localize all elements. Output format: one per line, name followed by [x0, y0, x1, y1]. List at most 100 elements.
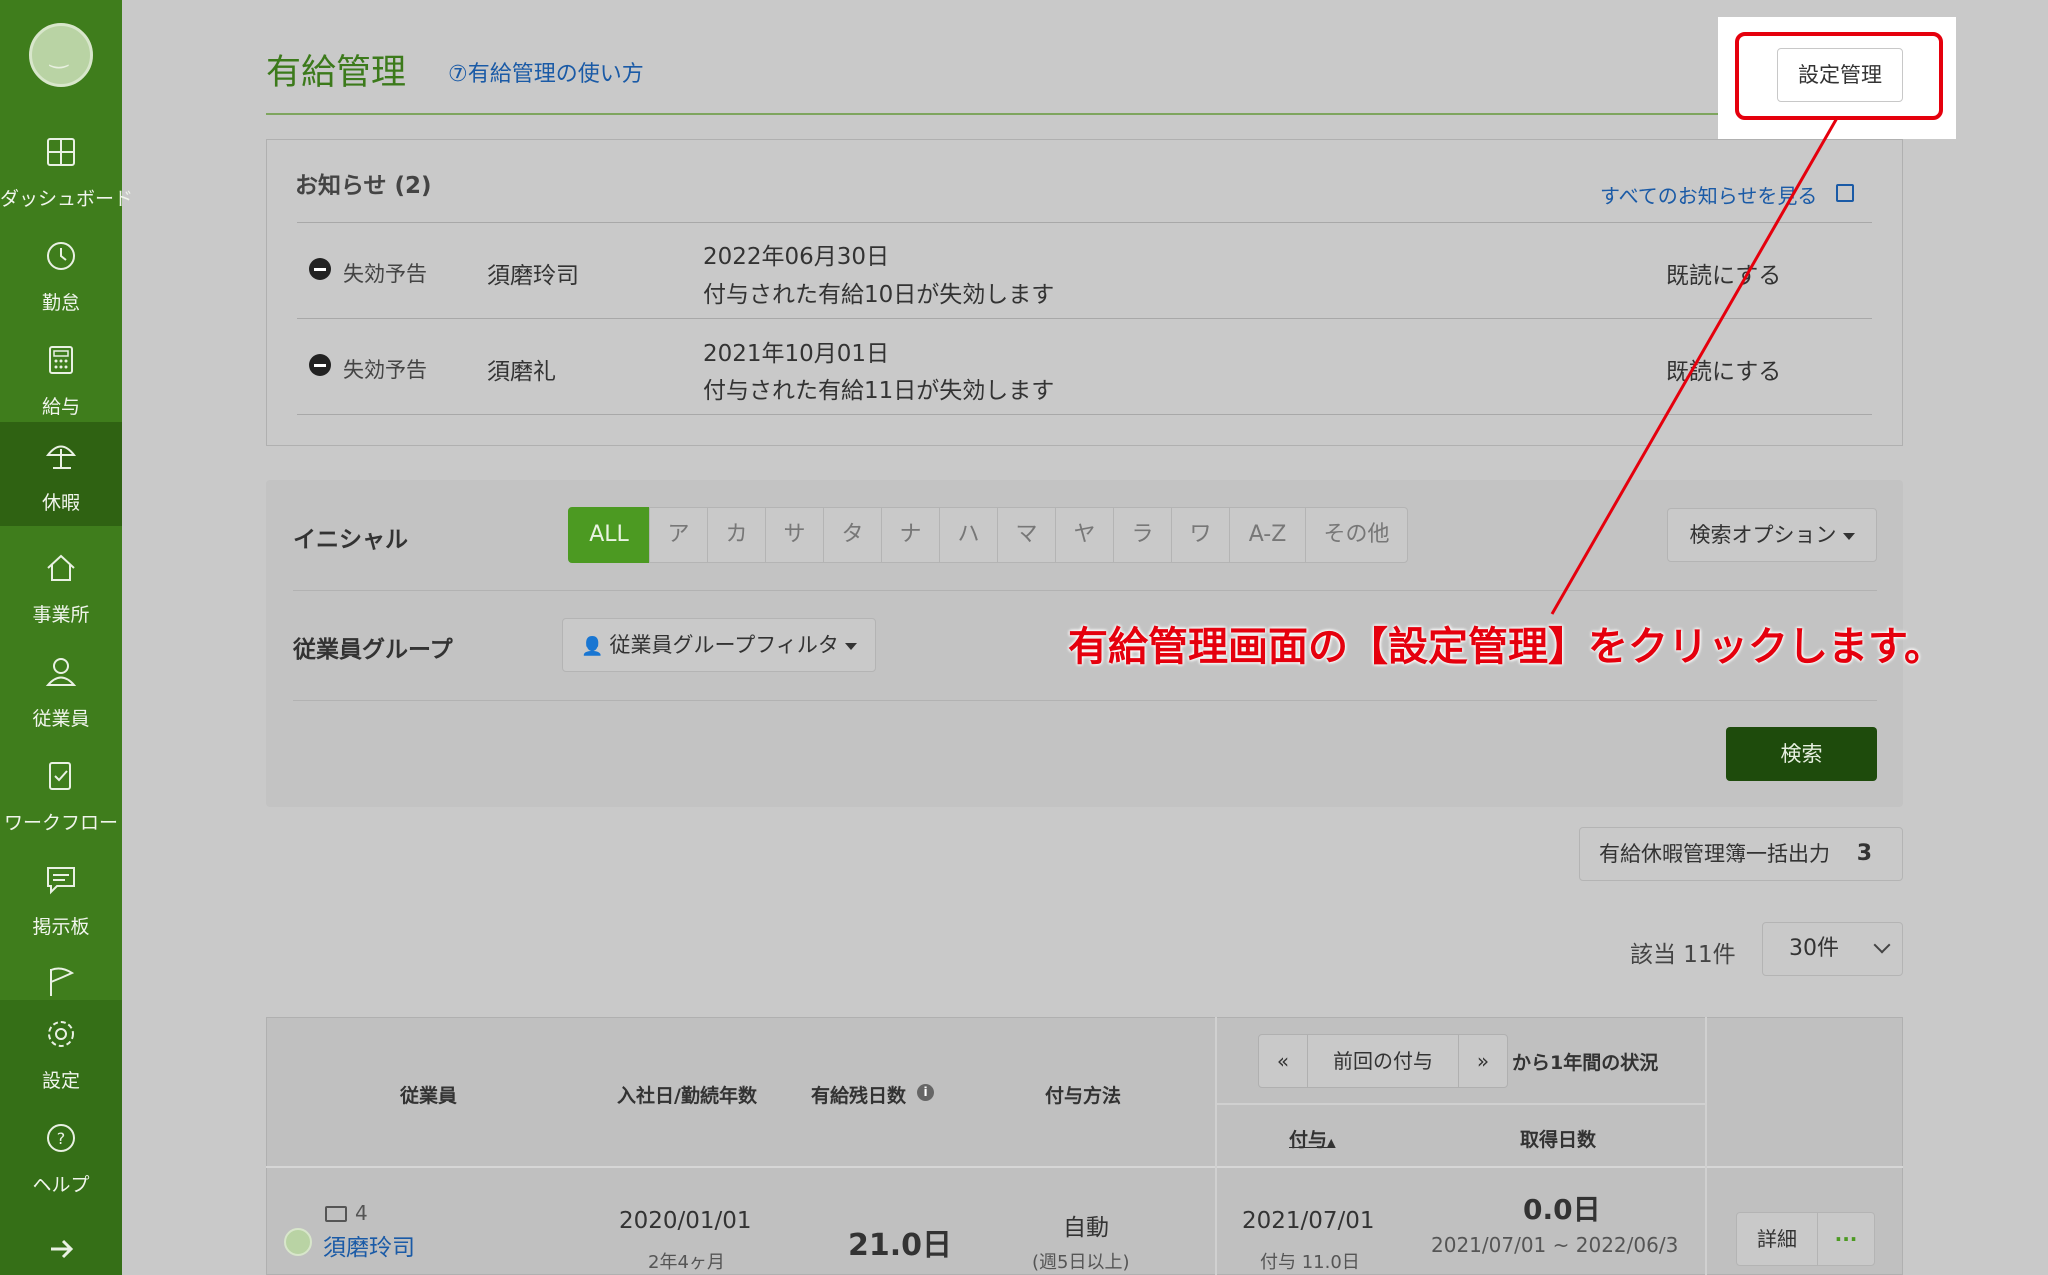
group-label: 従業員グループ: [293, 637, 453, 663]
notice-divider: [297, 318, 1872, 319]
export-count-badge: 3: [1856, 841, 1872, 866]
sidebar-item-office[interactable]: 事業所: [0, 534, 122, 638]
notice-type: 失効予告: [343, 262, 427, 286]
remaining-days: 21.0日: [848, 1228, 953, 1263]
employee-avatar: [284, 1228, 312, 1256]
user-icon: 👤: [581, 636, 604, 657]
chevron-down-icon: [1873, 936, 1891, 954]
external-link-icon: [1836, 184, 1854, 202]
sidebar-item-employees[interactable]: 従業員: [0, 638, 122, 742]
more-options-button[interactable]: ···: [1817, 1212, 1875, 1266]
initial-label: イニシャル: [293, 527, 408, 553]
grant-days: 付与 11.0日: [1260, 1252, 1360, 1273]
sidebar-item-payroll[interactable]: 給与: [0, 326, 122, 430]
sidebar-item-attendance[interactable]: 勤怠: [0, 222, 122, 326]
mark-read-link[interactable]: 既読にする: [1666, 352, 1781, 386]
col-acquired: 取得日数: [1520, 1129, 1597, 1151]
initial-all[interactable]: ALL: [568, 507, 650, 563]
period-suffix: から1年間の状況: [1512, 1052, 1659, 1074]
sidebar-item-help[interactable]: ? ヘルプ: [0, 1104, 122, 1208]
table-subheader-divider: [1217, 1103, 1705, 1105]
sidebar-item-dashboard[interactable]: ダッシュボード: [0, 118, 134, 222]
help-link[interactable]: ⑦有給管理の使い方: [448, 56, 644, 88]
initial-ta[interactable]: タ: [823, 507, 882, 563]
sidebar-item-label: 勤怠: [41, 292, 80, 314]
help-icon: ?: [47, 1124, 75, 1152]
initial-az[interactable]: A-Z: [1229, 507, 1306, 563]
bulk-export-label: 有給休暇管理簿一括出力: [1599, 842, 1830, 866]
initial-a[interactable]: ア: [649, 507, 708, 563]
sidebar-item-label: ヘルプ: [32, 1174, 90, 1196]
acquired-period: 2021/07/01 ~ 2022/06/3: [1431, 1233, 1679, 1257]
sidebar-item-label: 給与: [41, 396, 80, 418]
annotation-text: 有給管理画面の【設定管理】をクリックします。: [1068, 624, 1944, 670]
sidebar-item-label: ワークフロー: [3, 812, 118, 834]
initial-wa[interactable]: ワ: [1171, 507, 1230, 563]
settings-management-button[interactable]: 設定管理: [1777, 48, 1903, 102]
avatar[interactable]: [29, 23, 93, 87]
workflow-icon: [49, 762, 71, 790]
initial-ya[interactable]: ヤ: [1055, 507, 1114, 563]
arrow-right-icon: [51, 1239, 74, 1259]
person-icon: [45, 658, 77, 686]
mark-read-link[interactable]: 既読にする: [1666, 256, 1781, 290]
caret-down-icon: [844, 642, 857, 650]
detail-button[interactable]: 詳細: [1736, 1212, 1818, 1266]
sort-asc-icon: ▲: [1327, 1136, 1336, 1149]
sidebar-item-label: 休暇: [41, 492, 80, 514]
initial-other[interactable]: その他: [1305, 507, 1408, 563]
hire-date: 2020/01/01: [619, 1208, 752, 1234]
dashboard-icon: [47, 138, 75, 166]
id-card-icon: [325, 1206, 347, 1222]
employee-name-link[interactable]: 須磨玲司: [323, 1228, 415, 1262]
notice-date: 2021年10月01日: [703, 341, 890, 367]
sidebar-item-board[interactable]: 掲示板: [0, 846, 122, 950]
grant-method-note: (週5日以上): [1032, 1252, 1130, 1273]
notice-name: 須磨礼: [487, 359, 556, 385]
col-remaining: 有給残日数: [811, 1085, 907, 1107]
sidebar-item-leave[interactable]: 休暇: [0, 422, 122, 526]
notice-title: お知らせ (2): [295, 173, 432, 199]
sidebar-expand[interactable]: [0, 1225, 122, 1275]
umbrella-icon: [45, 445, 77, 469]
sidebar: ダッシュボード 勤怠 給与 休暇 事業所 従業員 ワークフロー 掲示板 設定 ?: [0, 0, 134, 1275]
sidebar-item-flag[interactable]: [0, 950, 122, 1000]
notice-name: 須磨玲司: [487, 263, 579, 289]
search-button[interactable]: 検索: [1726, 727, 1877, 781]
per-page-value: 30件: [1789, 936, 1839, 961]
previous-grant-button[interactable]: 前回の付与: [1307, 1034, 1459, 1088]
table-header-divider: [266, 1166, 1903, 1168]
next-grant-pager[interactable]: »: [1458, 1034, 1508, 1088]
employee-group-filter-dropdown[interactable]: 👤 従業員グループフィルタ: [562, 618, 876, 672]
per-page-select[interactable]: 30件: [1762, 922, 1903, 976]
page-title: 有給管理: [266, 53, 407, 93]
bulk-export-button[interactable]: 有給休暇管理簿一括出力 3: [1579, 827, 1903, 881]
minus-circle-icon: [309, 258, 331, 280]
prev-grant-pager[interactable]: «: [1258, 1034, 1308, 1088]
view-all-notices-link[interactable]: すべてのお知らせを見る: [1600, 180, 1817, 209]
search-options-label: 検索オプション: [1689, 523, 1837, 547]
notice-divider: [297, 222, 1872, 223]
initial-na[interactable]: ナ: [881, 507, 940, 563]
initial-ma[interactable]: マ: [997, 507, 1056, 563]
grant-date: 2021/07/01: [1242, 1208, 1375, 1234]
col-grant-sortable[interactable]: 付与▲: [1289, 1125, 1335, 1152]
table-column-divider: [1705, 1017, 1707, 1275]
initial-ha[interactable]: ハ: [939, 507, 998, 563]
sidebar-item-settings[interactable]: 設定: [0, 1000, 122, 1104]
header-divider: [266, 113, 1900, 115]
filter-divider: [293, 590, 1877, 591]
search-options-dropdown[interactable]: 検索オプション: [1667, 508, 1877, 562]
sidebar-item-label: 設定: [41, 1070, 80, 1092]
initial-ra[interactable]: ラ: [1113, 507, 1172, 563]
sidebar-bottom: 設定 ? ヘルプ: [0, 1000, 122, 1275]
initial-sa[interactable]: サ: [765, 507, 824, 563]
initial-ka[interactable]: カ: [707, 507, 766, 563]
notice-type: 失効予告: [343, 358, 427, 382]
acquired-days: 0.0日: [1523, 1193, 1601, 1226]
sidebar-item-label: ダッシュボード: [0, 188, 134, 210]
info-icon[interactable]: i: [917, 1084, 934, 1101]
flag-icon: [50, 967, 75, 996]
clock-icon: [47, 242, 75, 270]
sidebar-item-workflow[interactable]: ワークフロー: [0, 742, 122, 846]
